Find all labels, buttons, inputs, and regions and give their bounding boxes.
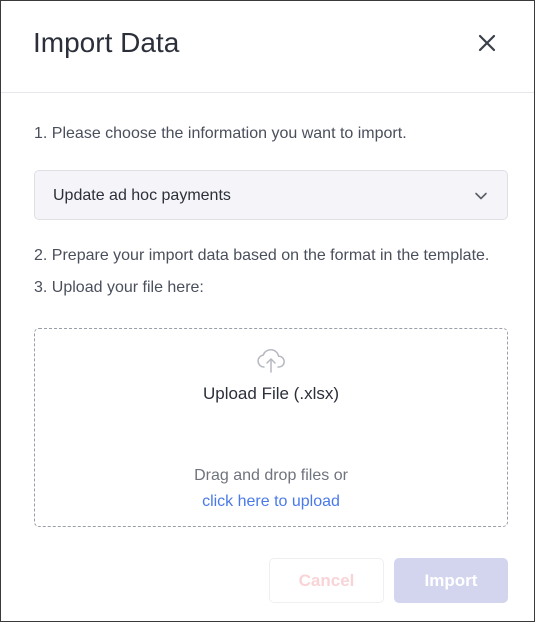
- chevron-down-icon: [475, 192, 487, 200]
- click-to-upload-link[interactable]: click here to upload: [35, 491, 507, 513]
- cancel-button[interactable]: Cancel: [269, 558, 384, 603]
- close-icon: [478, 34, 496, 52]
- step-1-instruction: 1. Please choose the information you wan…: [34, 125, 407, 142]
- import-button[interactable]: Import: [394, 558, 508, 603]
- step-2-instruction: 2. Prepare your import data based on the…: [34, 247, 490, 264]
- dialog-header: Import Data: [1, 1, 534, 93]
- drag-drop-text: Drag and drop files or: [194, 467, 348, 484]
- upload-file-title: Upload File (.xlsx): [202, 384, 340, 403]
- import-type-selected-value: Update ad hoc payments: [53, 187, 231, 204]
- dialog-title: Import Data: [33, 27, 180, 58]
- close-button[interactable]: [473, 29, 501, 57]
- import-type-select[interactable]: Update ad hoc payments: [34, 170, 508, 220]
- file-dropzone[interactable]: Upload File (.xlsx) Drag and drop files …: [34, 328, 508, 527]
- cloud-upload-icon: [257, 349, 285, 373]
- step-3-instruction: 3. Upload your file here:: [34, 279, 204, 296]
- import-data-dialog: Import Data 1. Please choose the informa…: [0, 0, 535, 622]
